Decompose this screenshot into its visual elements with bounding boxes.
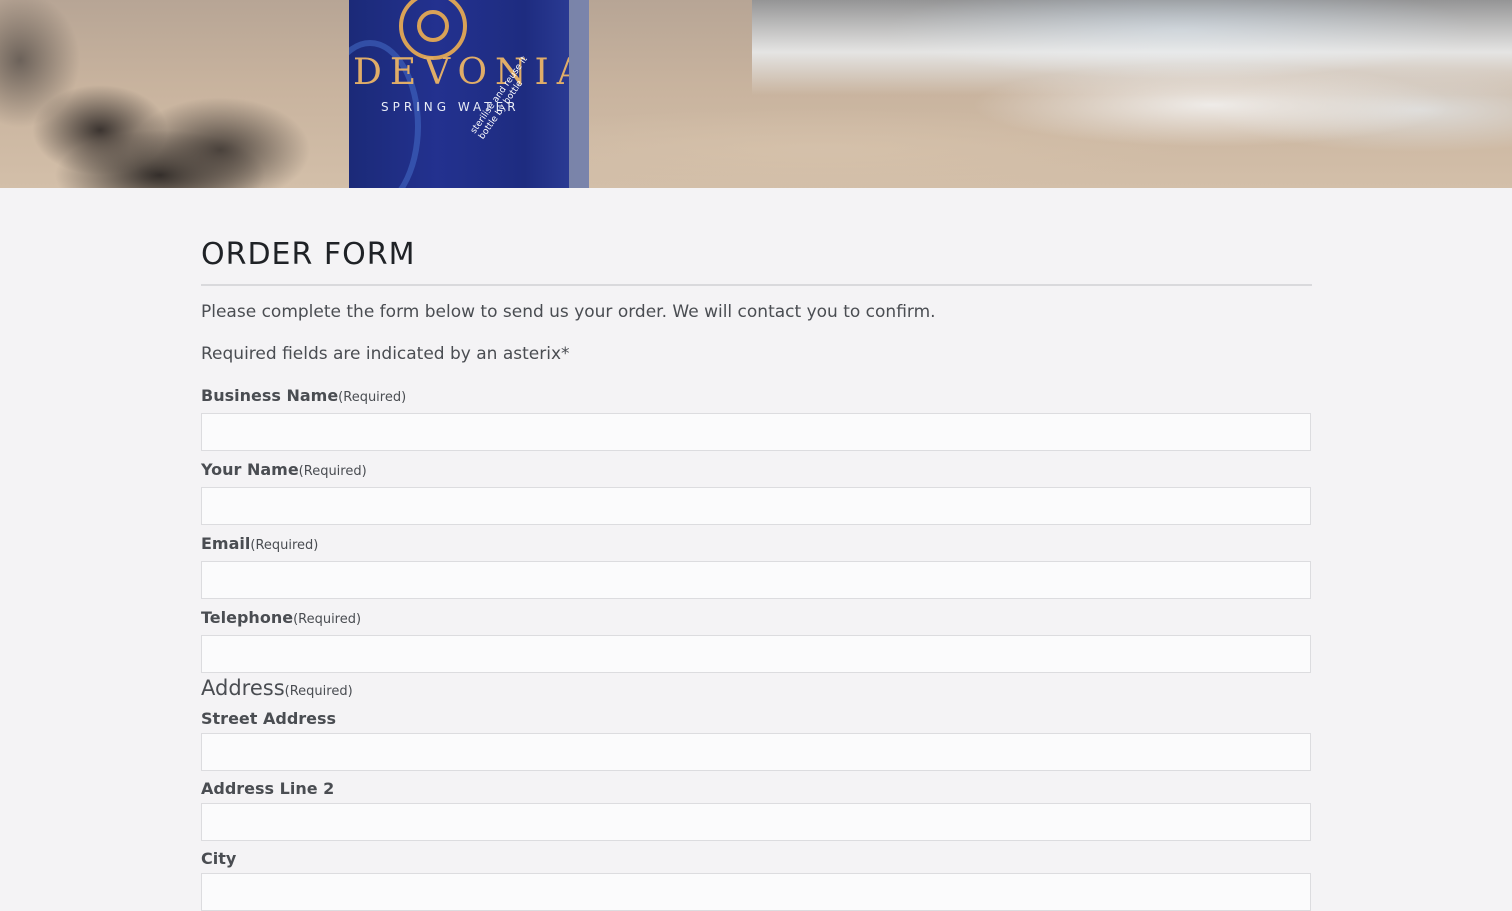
celtic-knot-logo: [399, 0, 467, 60]
required-tag: (Required): [284, 684, 353, 699]
business-name-field: Business Name(Required): [201, 386, 1312, 451]
telephone-input[interactable]: [201, 635, 1311, 673]
business-name-label-text: Business Name: [201, 386, 339, 405]
email-field: Email(Required): [201, 534, 1312, 599]
address-legend: Address(Required): [201, 675, 1312, 705]
address-line-2-input[interactable]: [201, 803, 1311, 841]
email-label: Email(Required): [201, 534, 1312, 556]
title-divider: [201, 284, 1312, 286]
city-input[interactable]: [201, 873, 1311, 911]
required-tag: (Required): [293, 612, 362, 627]
telephone-label: Telephone(Required): [201, 608, 1312, 630]
your-name-label: Your Name(Required): [201, 460, 1312, 482]
bottle-image: DEVONIA SPRING WATER sterilise and reuse…: [349, 0, 589, 188]
brand-subtitle: SPRING WATER: [381, 100, 520, 114]
street-address-label: Street Address: [201, 709, 337, 728]
rocks: [0, 0, 360, 188]
hero-image: DEVONIA SPRING WATER sterilise and reuse…: [0, 0, 1512, 188]
telephone-label-text: Telephone: [201, 608, 294, 627]
page-title: ORDER FORM: [201, 237, 416, 272]
street-address-input[interactable]: [201, 733, 1311, 771]
order-form: ORDER FORM Please complete the form belo…: [201, 188, 1312, 911]
city-label: City: [201, 849, 237, 868]
required-tag: (Required): [338, 390, 407, 405]
email-input[interactable]: [201, 561, 1311, 599]
address-fieldset: Address(Required) Street Address Address…: [201, 675, 1312, 911]
sea-foam: [952, 60, 1472, 150]
required-note: Required fields are indicated by an aste…: [201, 344, 570, 364]
your-name-input[interactable]: [201, 487, 1311, 525]
business-name-label: Business Name(Required): [201, 386, 1312, 408]
required-tag: (Required): [298, 464, 367, 479]
telephone-field: Telephone(Required): [201, 608, 1312, 673]
required-tag: (Required): [250, 538, 319, 553]
your-name-label-text: Your Name: [201, 460, 299, 479]
business-name-input[interactable]: [201, 413, 1311, 451]
address-legend-text: Address: [201, 676, 285, 700]
email-label-text: Email: [201, 534, 251, 553]
address-line-2-label: Address Line 2: [201, 779, 335, 798]
your-name-field: Your Name(Required): [201, 460, 1312, 525]
form-intro: Please complete the form below to send u…: [201, 302, 936, 322]
